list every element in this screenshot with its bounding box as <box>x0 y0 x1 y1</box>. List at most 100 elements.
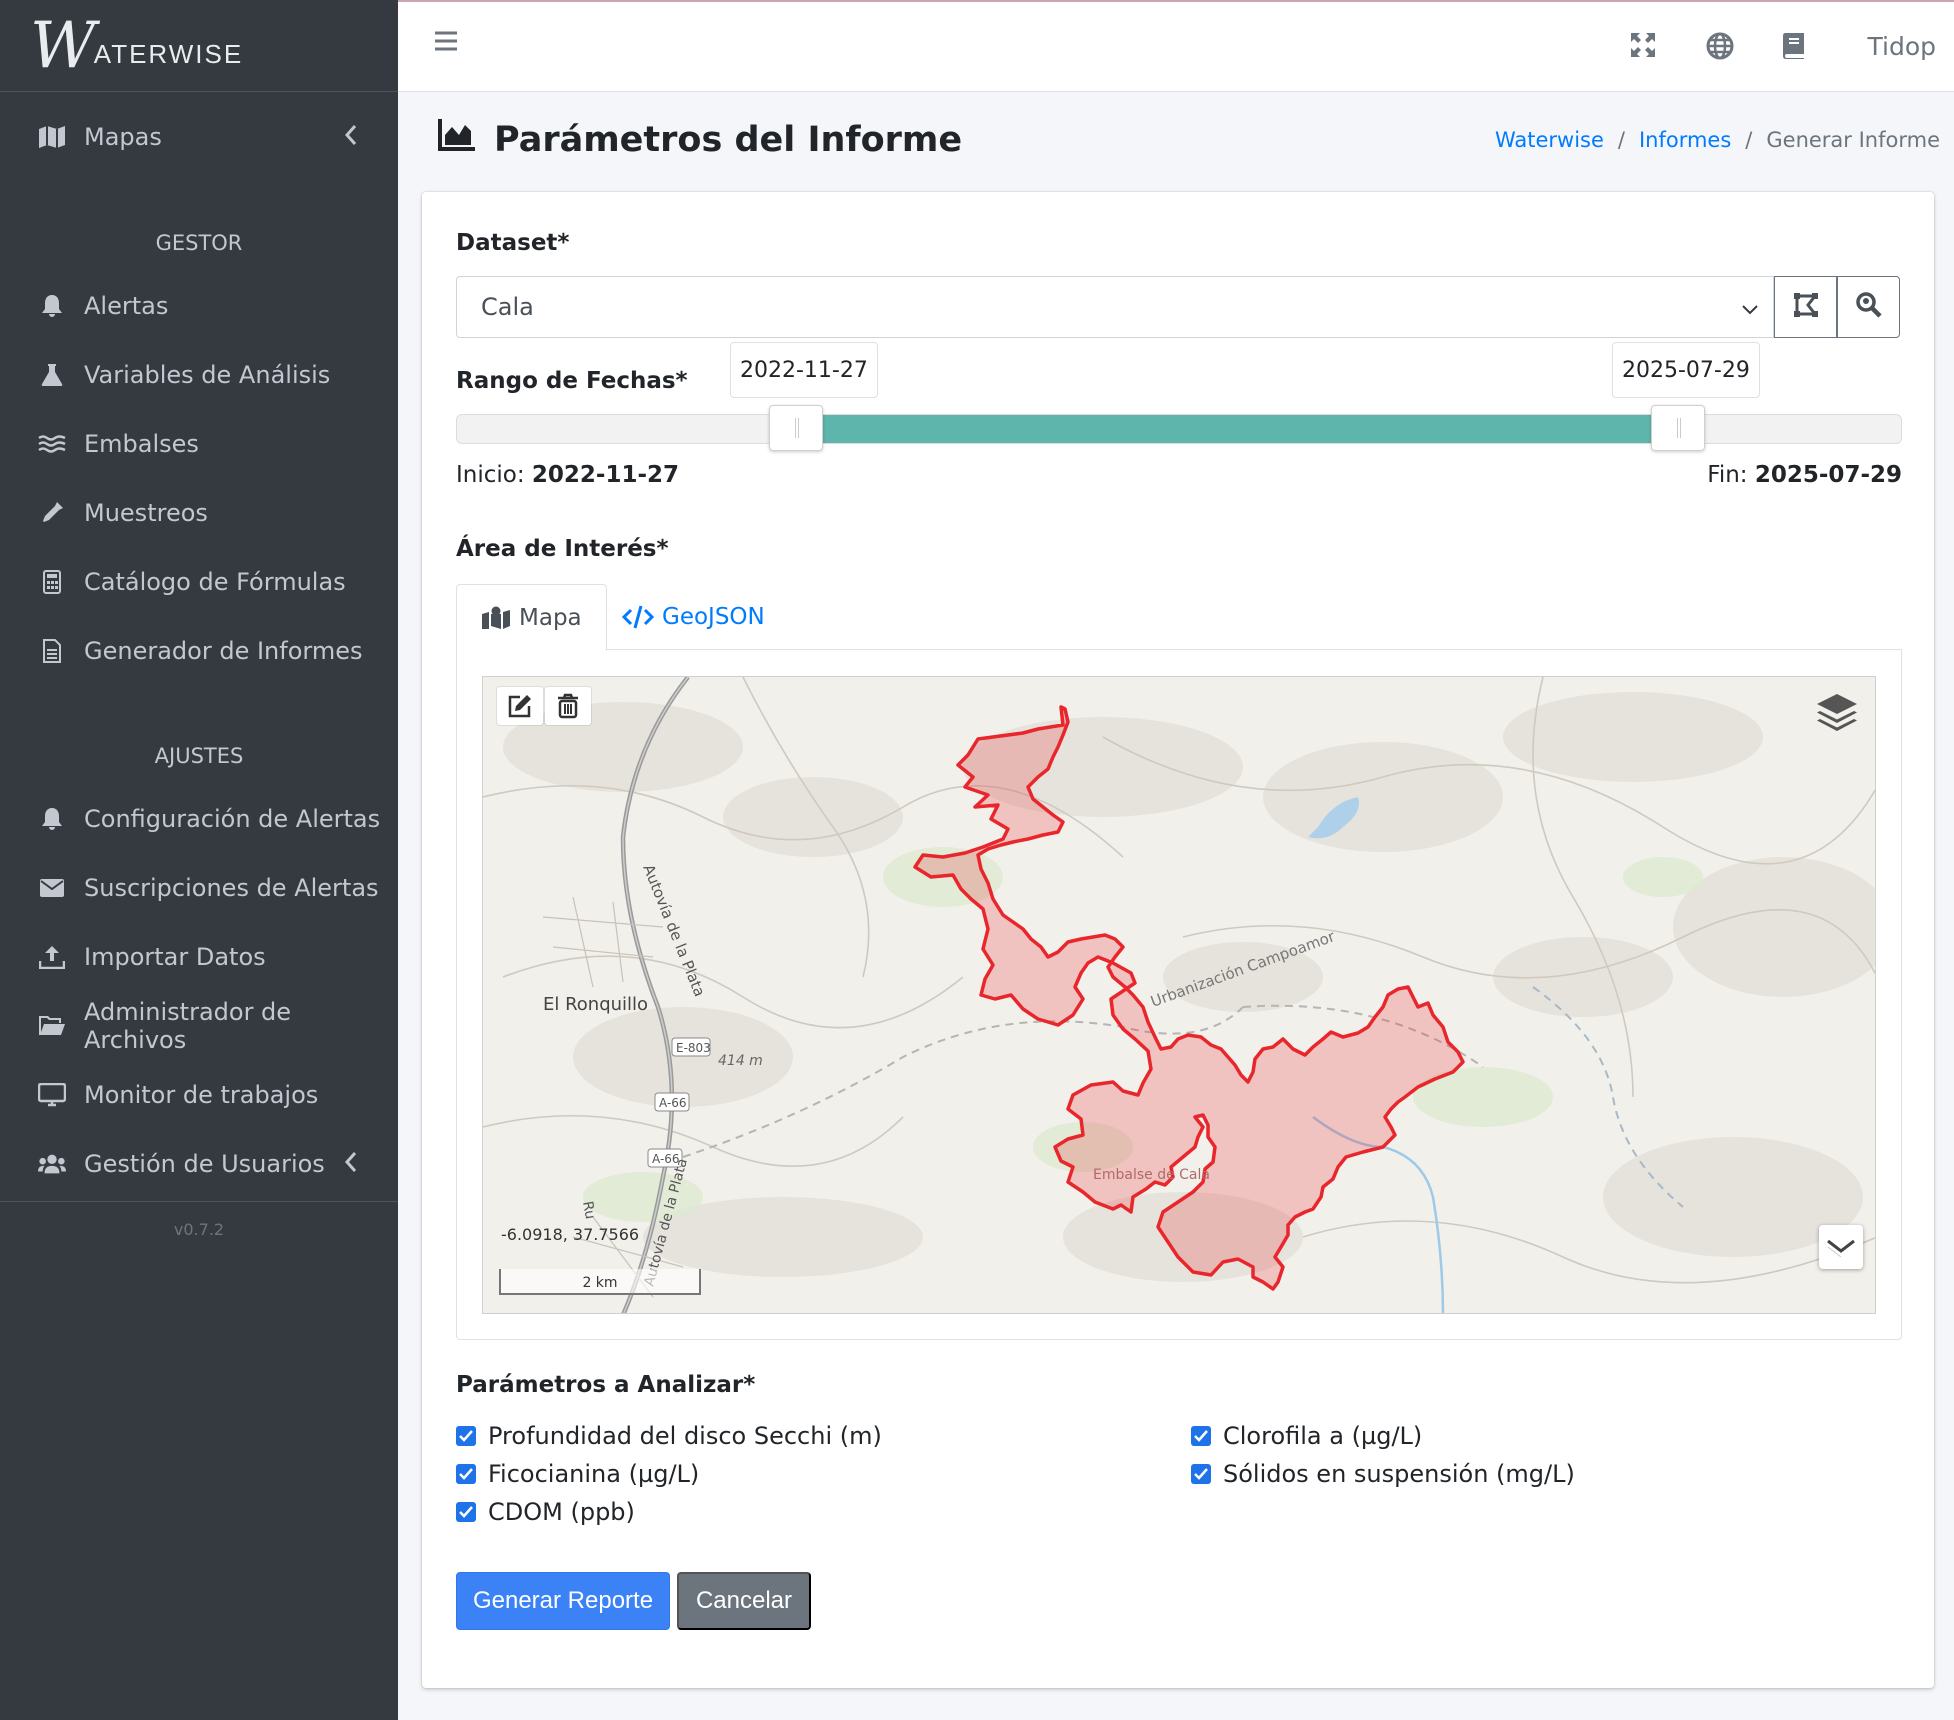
area-tabs: Mapa GeoJSON <box>456 584 1902 651</box>
tab-geojson[interactable]: GeoJSON <box>598 584 789 650</box>
sidebar-item-archivos[interactable]: Administrador de Archivos <box>0 998 398 1054</box>
slider-end-tooltip: 2025-07-29 <box>1612 342 1760 398</box>
checkbox-checked-icon <box>456 1426 476 1446</box>
map-label-e803: E-803 <box>676 1041 711 1055</box>
brand-mark: W <box>30 8 96 83</box>
search-dataset-button[interactable] <box>1837 276 1900 338</box>
sidebar-item-label: Variables de Análisis <box>84 361 331 389</box>
globe-icon[interactable] <box>1706 32 1734 64</box>
sidebar-item-label: Muestreos <box>84 499 208 527</box>
param-solidos-checkbox[interactable]: Sólidos en suspensión (mg/L) <box>1191 1460 1575 1488</box>
slider-start-handle[interactable] <box>768 405 823 451</box>
tab-geojson-label: GeoJSON <box>662 604 765 630</box>
user-menu[interactable]: Tidop <box>1868 32 1936 61</box>
date-range-end-text: Fin: 2025-07-29 <box>1707 462 1902 488</box>
delete-shape-button[interactable] <box>545 687 591 725</box>
sidebar-item-suscripciones[interactable]: Suscripciones de Alertas <box>0 861 398 915</box>
param-label: Ficocianina (µg/L) <box>488 1460 700 1488</box>
param-cdom-checkbox[interactable]: CDOM (ppb) <box>456 1498 635 1526</box>
sidebar-item-mapas[interactable]: Mapas <box>0 110 398 164</box>
zoom-to-area-button[interactable] <box>1774 276 1837 338</box>
draw-toolbar <box>497 687 591 725</box>
book-icon[interactable] <box>1782 32 1806 64</box>
param-label: Sólidos en suspensión (mg/L) <box>1223 1460 1575 1488</box>
checkbox-checked-icon <box>1191 1464 1211 1484</box>
sidebar-item-variables[interactable]: Variables de Análisis <box>0 348 398 402</box>
sidebar-item-embalses[interactable]: Embalses <box>0 417 398 471</box>
basemap-toggle-button[interactable] <box>1819 1225 1863 1269</box>
slider-end-handle[interactable] <box>1650 405 1705 451</box>
breadcrumb-separator: / <box>1617 128 1625 152</box>
eyedropper-icon <box>38 501 66 525</box>
date-range-label: Rango de Fechas* <box>456 368 688 394</box>
param-secchi-checkbox[interactable]: Profundidad del disco Secchi (m) <box>456 1422 882 1450</box>
param-ficocianina-checkbox[interactable]: Ficocianina (µg/L) <box>456 1460 699 1488</box>
checkbox-checked-icon <box>456 1502 476 1522</box>
area-of-interest-label: Área de Interés* <box>456 536 669 562</box>
app-version: v0.7.2 <box>173 1220 225 1239</box>
checkbox-checked-icon <box>1191 1426 1211 1446</box>
sidebar: W ATERWISE Mapas GESTOR Alertas Variable… <box>0 0 398 1720</box>
edit-shape-button[interactable] <box>497 687 543 725</box>
map-coordinates: -6.0918, 37.7566 <box>501 1225 640 1244</box>
sidebar-divider <box>0 1201 398 1202</box>
param-label: CDOM (ppb) <box>488 1498 635 1526</box>
sidebar-item-formulas[interactable]: Catálogo de Fórmulas <box>0 555 398 609</box>
sidebar-item-label: Generador de Informes <box>84 637 363 665</box>
sidebar-item-importar[interactable]: Importar Datos <box>0 930 398 984</box>
calculator-icon <box>38 570 66 594</box>
brand-logo[interactable]: W ATERWISE <box>0 0 398 92</box>
map-canvas: Autovía de la Plata Urbanización Campoam… <box>483 677 1875 1313</box>
dataset-label: Dataset* <box>456 230 570 256</box>
tab-mapa-label: Mapa <box>519 604 582 631</box>
sidebar-item-monitor[interactable]: Monitor de trabajos <box>0 1068 398 1122</box>
chart-area-icon <box>438 118 476 161</box>
chevron-left-icon <box>344 1151 358 1179</box>
start-date-value: 2022-11-27 <box>531 462 680 488</box>
map-label-ru: Ru <box>579 1200 598 1220</box>
sidebar-item-config-alertas[interactable]: Configuración de Alertas <box>0 792 398 846</box>
dataset-select[interactable]: Cala <box>456 276 1774 338</box>
chevron-left-icon <box>344 124 358 152</box>
layers-control[interactable] <box>1813 689 1861 737</box>
chevron-down-icon <box>1741 297 1759 325</box>
map-scale-bar: 2 km <box>499 1269 701 1295</box>
sidebar-item-label: Mapas <box>84 123 162 151</box>
date-range-start-text: Inicio: 2022-11-27 <box>456 462 679 488</box>
sidebar-item-label: Suscripciones de Alertas <box>84 874 379 902</box>
sidebar-item-muestreos[interactable]: Muestreos <box>0 486 398 540</box>
fullscreen-icon[interactable] <box>1630 32 1656 62</box>
start-prefix: Inicio: <box>456 462 525 488</box>
sidebar-item-usuarios[interactable]: Gestión de Usuarios <box>0 1137 398 1191</box>
param-label: Clorofila a (µg/L) <box>1223 1422 1423 1450</box>
area-map[interactable]: Autovía de la Plata Urbanización Campoam… <box>482 676 1876 1314</box>
param-clorofila-checkbox[interactable]: Clorofila a (µg/L) <box>1191 1422 1422 1450</box>
map-label-reservoir: Embalse de Cala <box>1093 1167 1210 1183</box>
map-label-elevation: 414 m <box>718 1053 763 1069</box>
water-icon <box>38 434 66 454</box>
sidebar-item-label: Administrador de Archivos <box>84 998 292 1054</box>
trash-icon <box>557 693 579 719</box>
sidebar-item-informes[interactable]: Generador de Informes <box>0 624 398 678</box>
bell-icon <box>38 294 66 318</box>
checkbox-checked-icon <box>456 1464 476 1484</box>
code-icon <box>622 605 654 629</box>
breadcrumb-current: Generar Informe <box>1766 128 1940 152</box>
breadcrumb-waterwise[interactable]: Waterwise <box>1495 128 1604 152</box>
hamburger-menu-icon[interactable] <box>434 30 458 56</box>
slider-selected-range <box>822 415 1651 443</box>
param-label: Profundidad del disco Secchi (m) <box>488 1422 882 1450</box>
sidebar-item-alertas[interactable]: Alertas <box>0 279 398 333</box>
nav-header-ajustes: AJUSTES <box>154 744 244 768</box>
tab-mapa[interactable]: Mapa <box>456 584 607 651</box>
folder-open-icon <box>38 1015 66 1037</box>
breadcrumb-informes[interactable]: Informes <box>1639 128 1731 152</box>
page-title: Parámetros del Informe <box>438 118 962 161</box>
cancel-button[interactable]: Cancelar <box>677 1572 811 1630</box>
generate-report-button[interactable]: Generar Reporte <box>456 1572 670 1630</box>
page-title-text: Parámetros del Informe <box>494 119 963 160</box>
envelope-icon <box>38 878 66 898</box>
nav-header-gestor: GESTOR <box>155 231 243 255</box>
file-icon <box>38 639 66 663</box>
end-date-value: 2025-07-29 <box>1754 462 1902 488</box>
